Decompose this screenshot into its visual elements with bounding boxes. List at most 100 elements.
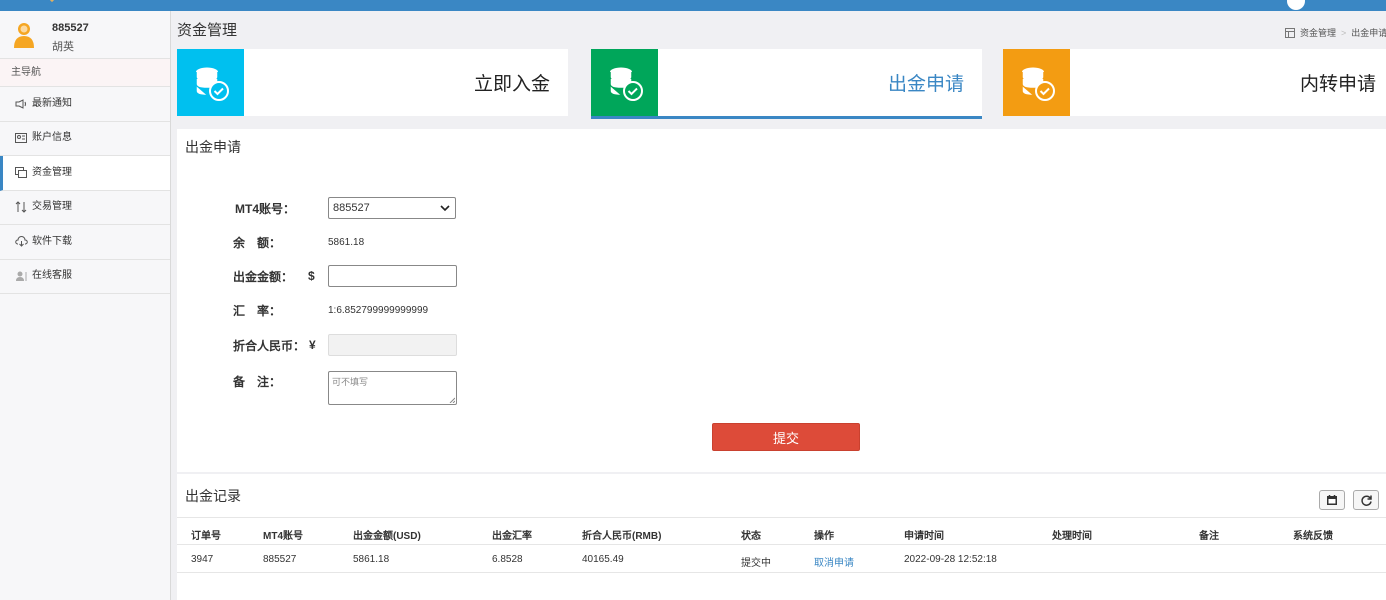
refresh-icon bbox=[1360, 494, 1372, 506]
top-bar bbox=[0, 0, 1386, 11]
coins-check-icon bbox=[1020, 67, 1055, 101]
sidebar-item-support[interactable]: 在线客服 bbox=[0, 260, 170, 294]
column-header: 系统反馈 bbox=[1293, 531, 1333, 542]
rmb-currency: ¥ bbox=[309, 338, 316, 352]
column-header: 状态 bbox=[741, 531, 761, 542]
card-label: 立即入金 bbox=[473, 74, 550, 95]
calendar-icon bbox=[1327, 495, 1337, 505]
cell-apply-time: 2022-09-28 12:52:18 bbox=[904, 554, 997, 565]
card-label: 内转申请 bbox=[1299, 74, 1376, 95]
sidebar-item-notices[interactable]: 最新通知 bbox=[0, 87, 170, 122]
sidebar-item-account[interactable]: 账户信息 bbox=[0, 122, 170, 156]
cell-mt4-account: 885527 bbox=[263, 554, 297, 565]
card-label: 出金申请 bbox=[887, 74, 964, 95]
rate-value: 1:6.852799999999999 bbox=[328, 304, 429, 316]
cell-amount-usd: 5861.18 bbox=[353, 554, 390, 565]
amount-input[interactable] bbox=[328, 265, 457, 287]
column-header: 处理时间 bbox=[1052, 531, 1092, 542]
submit-button[interactable]: 提交 bbox=[712, 423, 860, 451]
column-header: 出金汇率 bbox=[492, 531, 532, 542]
cell-rate: 6.8528 bbox=[492, 554, 523, 565]
breadcrumb-item: 出金申请 bbox=[1351, 28, 1386, 38]
main-content: 资金管理 资金管理 > 出金申请 立即入金 出金申请 内转申请 出金申请 MT4… bbox=[171, 11, 1386, 600]
cloud-download-icon bbox=[14, 235, 28, 249]
user-name: 胡英 bbox=[52, 41, 74, 53]
refresh-button[interactable] bbox=[1353, 490, 1379, 510]
rate-label: 汇 率： bbox=[233, 303, 282, 318]
table-row: 3947 885527 5861.18 6.8528 40165.49 提交中 … bbox=[177, 545, 1386, 573]
sidebar-item-label: 账户信息 bbox=[32, 132, 72, 144]
form-row-note: 备 注： 可不填写 bbox=[177, 369, 577, 409]
column-header: 折合人民币(RMB) bbox=[582, 531, 662, 542]
cell-status: 提交中 bbox=[741, 558, 771, 569]
speaker-icon bbox=[14, 97, 28, 111]
card-withdraw[interactable]: 出金申请 bbox=[591, 49, 982, 119]
note-placeholder: 可不填写 bbox=[332, 377, 369, 387]
dashboard-icon bbox=[1285, 27, 1295, 38]
balance-label: 余 额： bbox=[233, 235, 282, 250]
id-card-icon bbox=[14, 131, 28, 145]
sidebar-item-label: 软件下载 bbox=[32, 235, 72, 247]
sidebar-item-label: 最新通知 bbox=[32, 97, 72, 109]
page-title: 资金管理 bbox=[177, 22, 238, 39]
card-deposit[interactable]: 立即入金 bbox=[177, 49, 568, 116]
sidebar: 885527 胡英 主导航 最新通知 账户信息 资金管理 交易管理 软件下载 在… bbox=[0, 11, 171, 600]
resize-grip-icon[interactable] bbox=[449, 397, 455, 403]
mt4-account-select[interactable]: 885527 bbox=[328, 197, 456, 219]
sidebar-item-download[interactable]: 软件下载 bbox=[0, 225, 170, 260]
card-icon-box bbox=[1003, 49, 1070, 116]
sidebar-item-trading[interactable]: 交易管理 bbox=[0, 191, 170, 225]
amount-currency: $ bbox=[308, 269, 315, 283]
sidebar-item-label: 资金管理 bbox=[32, 166, 72, 178]
panel-title: 出金申请 bbox=[185, 139, 241, 155]
form-row-mt4: MT4账号： 885527 bbox=[177, 196, 577, 220]
nav-header: 主导航 bbox=[0, 59, 170, 87]
note-textarea[interactable]: 可不填写 bbox=[328, 371, 457, 405]
column-header: 申请时间 bbox=[904, 531, 944, 542]
calendar-button[interactable] bbox=[1319, 490, 1345, 510]
sidebar-item-label: 在线客服 bbox=[32, 270, 72, 282]
form-row-balance: 余 额： 5861.18 bbox=[177, 230, 577, 254]
money-icon bbox=[14, 166, 28, 180]
column-header: 备注 bbox=[1199, 531, 1219, 542]
records-table: 订单号 MT4账号 出金金额(USD) 出金汇率 折合人民币(RMB) 状态 操… bbox=[177, 517, 1386, 573]
breadcrumb-separator: > bbox=[1341, 27, 1347, 38]
sidebar-item-label: 交易管理 bbox=[32, 201, 72, 213]
avatar bbox=[14, 23, 34, 48]
amount-label: 出金金额： bbox=[233, 269, 294, 284]
rmb-input bbox=[328, 334, 457, 356]
mt4-label: MT4账号： bbox=[235, 201, 296, 216]
sidebar-item-funds[interactable]: 资金管理 bbox=[0, 156, 170, 191]
column-header: 出金金额(USD) bbox=[353, 531, 421, 542]
table-header: 订单号 MT4账号 出金金额(USD) 出金汇率 折合人民币(RMB) 状态 操… bbox=[177, 517, 1386, 545]
mt4-selected-value: 885527 bbox=[333, 202, 370, 214]
user-icon bbox=[14, 269, 28, 283]
column-header: MT4账号 bbox=[263, 531, 303, 542]
breadcrumb: 资金管理 > 出金申请 bbox=[1285, 26, 1386, 39]
panel-title: 出金记录 bbox=[185, 488, 241, 504]
card-transfer[interactable]: 内转申请 bbox=[1003, 49, 1386, 116]
cell-order-id: 3947 bbox=[191, 554, 214, 565]
user-profile: 885527 胡英 bbox=[0, 11, 170, 59]
chevron-down-icon bbox=[440, 205, 450, 212]
logo bbox=[49, 0, 55, 3]
column-header: 操作 bbox=[814, 531, 834, 542]
exchange-icon bbox=[14, 200, 28, 214]
records-panel: 出金记录 订单号 MT4账号 出金金额(USD) 出金汇率 折合人民币(RMB)… bbox=[177, 474, 1386, 600]
card-icon-box bbox=[591, 49, 658, 116]
card-icon-box bbox=[177, 49, 244, 116]
breadcrumb-item[interactable]: 资金管理 bbox=[1300, 26, 1336, 39]
balance-value: 5861.18 bbox=[328, 236, 365, 248]
cell-amount-rmb: 40165.49 bbox=[582, 554, 624, 565]
rmb-label: 折合人民币： bbox=[233, 338, 306, 353]
cancel-request-link[interactable]: 取消申请 bbox=[814, 554, 854, 569]
form-row-rmb: 折合人民币： ¥ bbox=[177, 333, 577, 357]
form-row-rate: 汇 率： 1:6.852799999999999 bbox=[177, 298, 577, 322]
user-menu-icon[interactable] bbox=[1287, 0, 1305, 10]
user-id: 885527 bbox=[52, 22, 89, 34]
withdraw-form-panel: 出金申请 MT4账号： 885527 余 额： 5861.18 出金金额： $ … bbox=[177, 129, 1386, 472]
note-label: 备 注： bbox=[233, 375, 282, 389]
coins-check-icon bbox=[608, 67, 643, 101]
column-header: 订单号 bbox=[191, 531, 221, 542]
coins-check-icon bbox=[194, 67, 229, 101]
